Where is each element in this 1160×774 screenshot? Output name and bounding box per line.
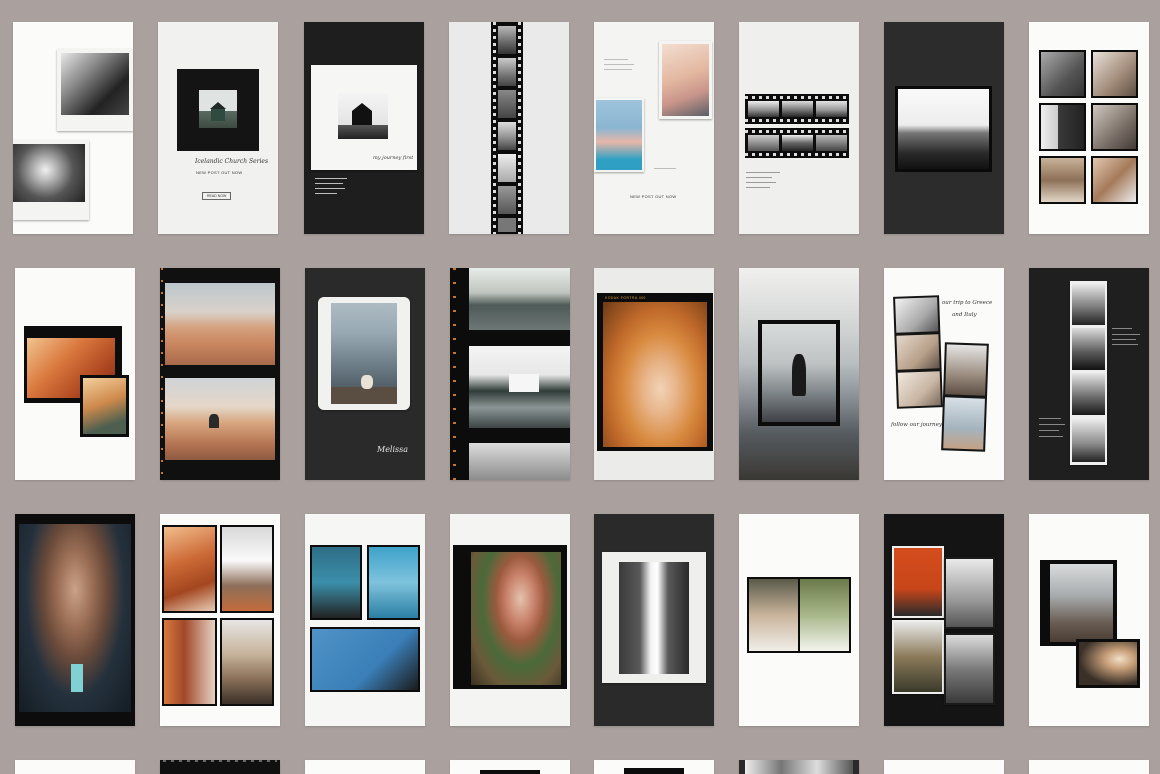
text-line bbox=[315, 193, 337, 194]
photo-mount bbox=[602, 552, 706, 683]
story-template-r1c4[interactable] bbox=[449, 22, 569, 234]
photo-mount bbox=[659, 41, 712, 119]
story-template-r4c7[interactable] bbox=[884, 760, 1004, 774]
story-template-r3c8[interactable] bbox=[1029, 514, 1149, 726]
story-template-r4c5[interactable] bbox=[594, 760, 714, 774]
story-template-r4c3[interactable] bbox=[305, 760, 425, 774]
story-template-r2c6[interactable] bbox=[739, 268, 859, 480]
story-template-r2c4[interactable] bbox=[450, 268, 570, 480]
deckle-frame bbox=[318, 297, 410, 410]
photo bbox=[13, 144, 85, 202]
frame bbox=[498, 154, 516, 182]
story-template-r1c1[interactable] bbox=[13, 22, 133, 234]
sea-photo bbox=[331, 303, 397, 404]
post-subtitle: NEW POST OUT NOW bbox=[196, 170, 243, 175]
film-frame: KODAK PORTRA 400 bbox=[597, 293, 713, 451]
portrait-photo bbox=[603, 302, 707, 447]
black-frame bbox=[177, 69, 259, 151]
story-template-r3c5[interactable] bbox=[594, 514, 714, 726]
story-template-r1c8[interactable] bbox=[1029, 22, 1149, 234]
story-template-r3c3[interactable] bbox=[305, 514, 425, 726]
portrait-photo bbox=[471, 552, 561, 685]
black-frame bbox=[453, 545, 567, 689]
photo bbox=[83, 378, 126, 434]
photo-strip bbox=[893, 295, 943, 409]
story-template-r4c8[interactable] bbox=[1029, 760, 1149, 774]
story-template-r3c1[interactable] bbox=[15, 514, 135, 726]
frame bbox=[498, 122, 516, 150]
photo-strip bbox=[941, 342, 989, 452]
story-template-r4c4[interactable] bbox=[450, 760, 570, 774]
story-template-r1c3[interactable]: my journey first bbox=[304, 22, 424, 234]
post-subtitle: NEW POST OUT NOW bbox=[630, 194, 677, 199]
village-photo bbox=[469, 346, 570, 428]
story-template-r4c6[interactable] bbox=[739, 760, 859, 774]
waterfall-photo bbox=[619, 562, 689, 674]
church-photo bbox=[338, 93, 388, 139]
text-line bbox=[315, 188, 345, 189]
story-template-r2c5[interactable]: KODAK PORTRA 400 bbox=[594, 268, 714, 480]
black-frame bbox=[895, 86, 992, 172]
portrait-photo bbox=[19, 524, 131, 712]
trip-script: and Italy bbox=[952, 312, 977, 318]
black-frame bbox=[758, 320, 840, 426]
story-template-r2c8[interactable] bbox=[1029, 268, 1149, 480]
photo bbox=[469, 443, 570, 480]
desert-photo bbox=[165, 283, 275, 365]
story-template-r4c1[interactable] bbox=[15, 760, 135, 774]
film-strip bbox=[491, 22, 523, 234]
photo bbox=[61, 53, 129, 115]
polaroid-frame bbox=[13, 140, 89, 220]
frame bbox=[498, 186, 516, 214]
story-template-r2c7[interactable]: our trip to Greece and Italy follow our … bbox=[884, 268, 1004, 480]
journey-script: my journey first bbox=[373, 155, 414, 161]
text-line bbox=[315, 178, 347, 179]
story-template-r3c2[interactable] bbox=[160, 514, 280, 726]
story-template-r4c2[interactable] bbox=[160, 760, 280, 774]
story-template-r2c3[interactable]: Melissa bbox=[305, 268, 425, 480]
story-template-r2c2[interactable] bbox=[160, 268, 280, 480]
desert-photo bbox=[165, 378, 275, 460]
film-label: KODAK PORTRA 400 bbox=[605, 296, 646, 300]
story-template-r3c7[interactable] bbox=[884, 514, 1004, 726]
film-strip bbox=[745, 94, 849, 124]
photo bbox=[596, 100, 642, 170]
frame bbox=[498, 218, 516, 232]
landscape-photo bbox=[898, 89, 989, 169]
film-strip bbox=[745, 128, 849, 158]
polaroid-frame bbox=[57, 49, 133, 131]
trip-script: our trip to Greece bbox=[942, 300, 993, 306]
canal-photo bbox=[469, 268, 570, 330]
series-title: Icelandic Church Series bbox=[195, 158, 269, 165]
frame bbox=[498, 26, 516, 54]
frame bbox=[498, 90, 516, 118]
story-template-r3c6[interactable] bbox=[739, 514, 859, 726]
story-template-r1c6[interactable] bbox=[739, 22, 859, 234]
story-template-r1c5[interactable]: NEW POST OUT NOW bbox=[594, 22, 714, 234]
signature-script: Melissa bbox=[377, 445, 409, 454]
read-now-button[interactable]: READ NOW bbox=[202, 192, 232, 200]
church-photo bbox=[199, 90, 237, 128]
follow-script: follow our journey bbox=[891, 422, 942, 428]
frame bbox=[498, 58, 516, 86]
story-template-r1c2[interactable]: Icelandic Church Series NEW POST OUT NOW… bbox=[158, 22, 278, 234]
story-template-r3c4[interactable] bbox=[450, 514, 570, 726]
photo bbox=[662, 44, 709, 116]
photo-mount bbox=[594, 98, 644, 172]
photo-strip bbox=[1070, 281, 1107, 465]
story-template-r2c1[interactable] bbox=[15, 268, 135, 480]
story-template-r1c7[interactable] bbox=[884, 22, 1004, 234]
photo bbox=[762, 324, 836, 422]
text-line bbox=[315, 183, 343, 184]
